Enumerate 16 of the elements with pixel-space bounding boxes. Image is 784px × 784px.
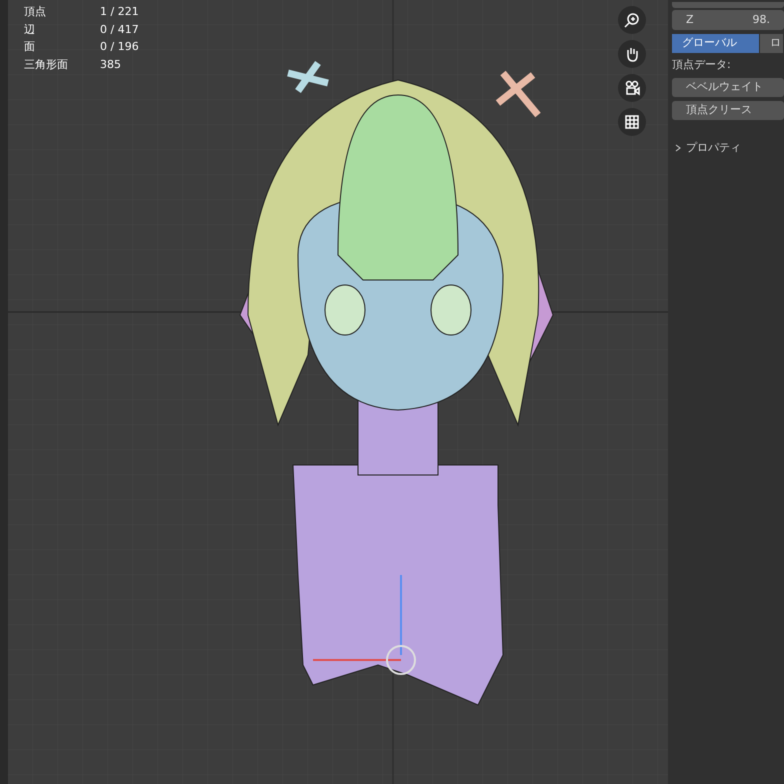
stat-label: 三角形面 (24, 56, 69, 72)
panel-button[interactable]: ベベルウェイト (672, 78, 784, 96)
stat-label: 頂点 (24, 4, 47, 20)
chevron-icon[interactable] (674, 144, 682, 152)
orientation-tab[interactable]: グローバル (672, 34, 760, 53)
subpanel-header[interactable]: プロパティ (686, 140, 741, 156)
orientation-tab[interactable]: ロ (760, 34, 784, 53)
stat-label: 面 (24, 39, 36, 55)
stat-value: 385 (100, 56, 122, 72)
stat-value: 0 / 196 (100, 39, 139, 55)
section-label: 頂点データ: (672, 57, 732, 73)
stat-value: 0 / 417 (100, 22, 139, 38)
stat-value: 1 / 221 (100, 4, 139, 20)
coordinate-field[interactable]: Z 98. (672, 10, 784, 30)
stat-label: 辺 (24, 22, 36, 38)
panel-button[interactable]: 頂点クリース (672, 100, 784, 120)
